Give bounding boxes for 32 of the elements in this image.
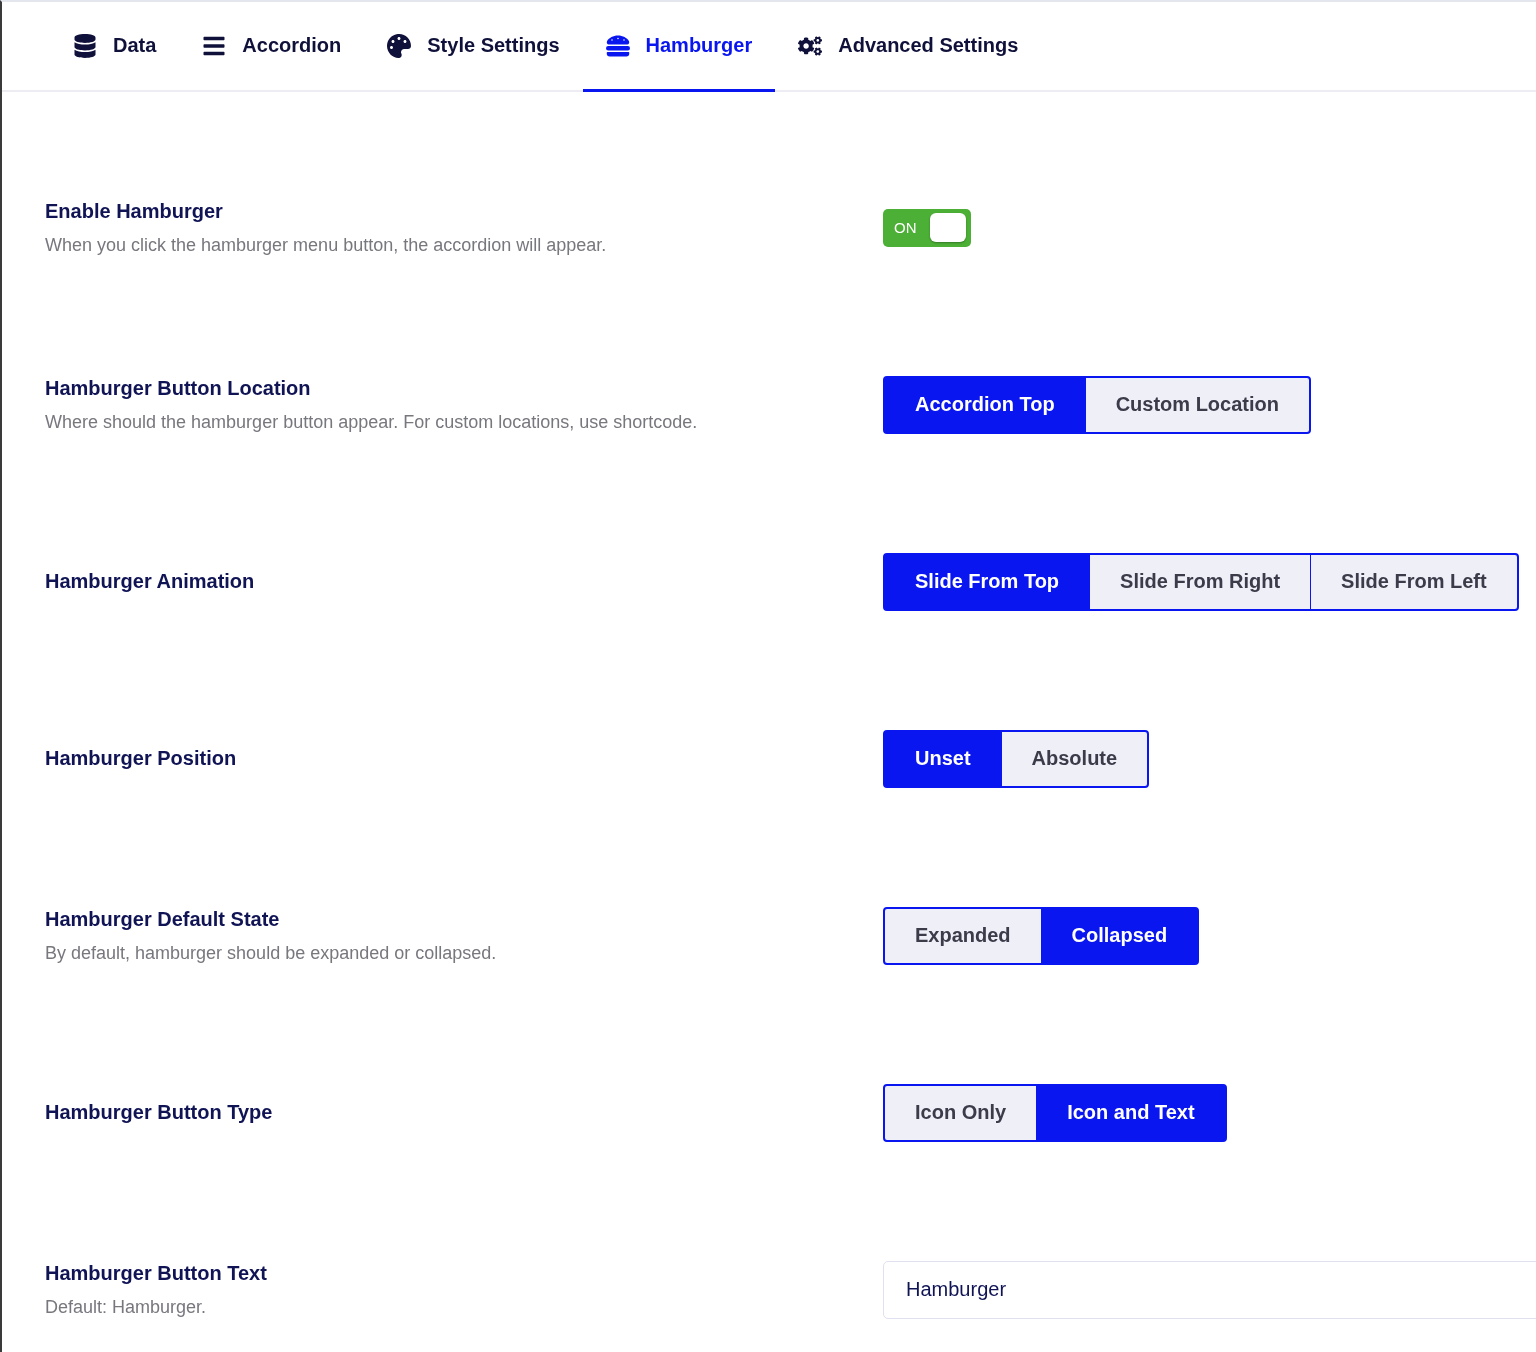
setting-title: Hamburger Button Location <box>45 376 312 400</box>
setting-title: Hamburger Button Text <box>45 1261 268 1285</box>
option-button[interactable]: Slide From Top <box>883 552 1092 611</box>
option-button[interactable]: Slide From Left <box>1310 552 1519 611</box>
setting-title: Hamburger Button Type <box>45 1101 274 1124</box>
tab[interactable]: Accordion <box>179 2 365 92</box>
setting-description: Default: Hamburger. <box>45 1296 208 1318</box>
option-button[interactable]: Unset <box>883 729 1003 788</box>
setting-description: When you click the hamburger menu button, the accordion will appear. <box>45 234 608 256</box>
tab[interactable]: Style Settings <box>364 2 583 92</box>
tab[interactable]: Data <box>50 2 180 92</box>
settings-icon <box>798 33 823 58</box>
option-button[interactable]: Icon Only <box>883 1083 1039 1142</box>
setting-title: Hamburger Animation <box>45 570 256 593</box>
option-button[interactable]: Slide From Right <box>1089 552 1313 611</box>
setting-description: Where should the hamburger button appear. For custom locations, use shortcode. <box>45 411 699 433</box>
tab[interactable]: Advanced Settings <box>775 2 1042 92</box>
text-field[interactable]: Hamburger <box>883 1260 1536 1319</box>
tab[interactable]: Hamburger <box>582 2 776 92</box>
option-button[interactable]: Icon and Text <box>1036 1083 1227 1142</box>
option-button[interactable]: Custom Location <box>1084 375 1311 434</box>
option-button[interactable]: Absolute <box>1000 729 1150 788</box>
palette-icon <box>387 33 412 58</box>
setting-description: By default, hamburger should be expanded or collapsed. <box>45 942 498 964</box>
burger-icon <box>605 33 630 58</box>
option-button[interactable]: Expanded <box>883 906 1043 965</box>
option-button[interactable]: Accordion Top <box>883 375 1087 434</box>
setting-title: Hamburger Default State <box>45 907 281 931</box>
database-icon <box>73 33 97 58</box>
setting-title: Hamburger Position <box>45 747 238 770</box>
option-button[interactable]: Collapsed <box>1040 906 1200 965</box>
setting-title: Enable Hamburger <box>45 199 224 223</box>
